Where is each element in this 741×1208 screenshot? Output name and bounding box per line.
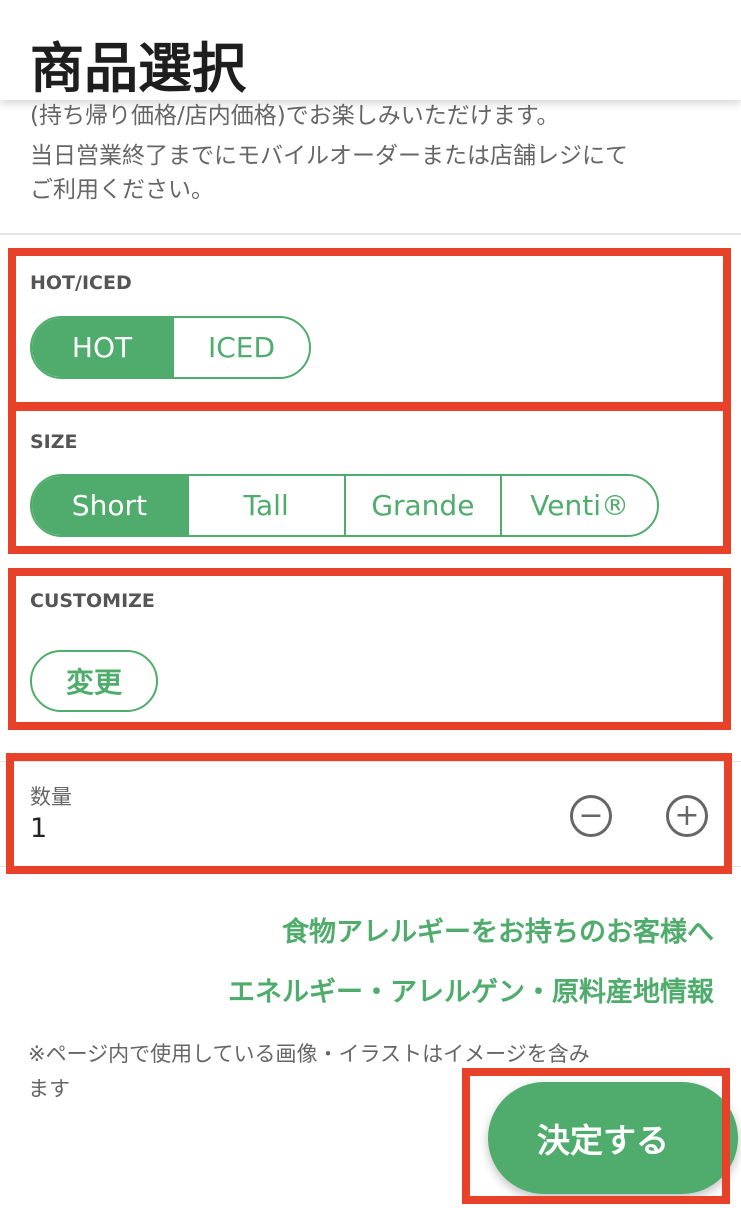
plus-circle-icon[interactable]: + (666, 795, 708, 837)
confirm-button[interactable]: 決定する (488, 1082, 738, 1194)
note-line: ます (28, 1077, 70, 1101)
option-tall[interactable]: Tall (186, 476, 344, 535)
size-label: SIZE (30, 431, 78, 453)
page-title: 商品選択 (30, 37, 246, 100)
header: 商品選択 (0, 0, 741, 100)
customize-change-button[interactable]: 変更 (30, 650, 158, 712)
option-iced[interactable]: ICED (172, 318, 309, 377)
quantity-value: 1 (30, 813, 48, 844)
allergy-link[interactable]: 食物アレルギーをお持ちのお客様へ (282, 910, 714, 949)
nutrition-info-link[interactable]: エネルギー・アレルゲン・原料産地情報 (228, 970, 714, 1009)
hot-iced-toggle: HOT ICED (30, 316, 311, 379)
customize-button-label: 変更 (65, 666, 122, 699)
option-short[interactable]: Short (32, 476, 187, 535)
quantity-label: 数量 (30, 785, 72, 809)
minus-circle-icon[interactable]: − (570, 795, 612, 837)
annotation-box (6, 753, 732, 874)
size-selector: Short Tall Grande Venti® (30, 474, 659, 537)
option-grande[interactable]: Grande (343, 476, 501, 535)
description-line: ご利用ください。 (30, 177, 214, 203)
description-line: 当日営業終了までにモバイルオーダーまたは店舗レジにて (30, 143, 628, 169)
note-line: ※ページ内で使用している画像・イラストはイメージを含み (28, 1042, 590, 1066)
hot-iced-label: HOT/ICED (30, 272, 132, 294)
option-venti[interactable]: Venti® (500, 476, 657, 535)
customize-label: CUSTOMIZE (30, 590, 155, 612)
divider (0, 866, 741, 867)
divider (0, 233, 741, 235)
divider (0, 761, 741, 762)
option-hot[interactable]: HOT (32, 318, 172, 377)
